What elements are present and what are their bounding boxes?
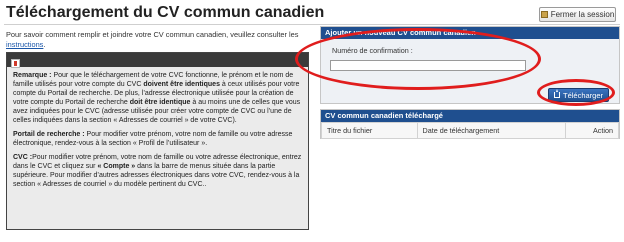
confirmation-number-label: Numéro de confirmation : [332, 46, 413, 55]
portal-label: Portail de recherche : [13, 131, 85, 138]
notice-portal: Portail de recherche : Pour modifier vot… [13, 130, 302, 148]
upload-icon [553, 89, 560, 98]
table-header-row: Titre du fichier Date de téléchargement … [321, 122, 619, 139]
upload-button[interactable]: Télécharger [548, 88, 609, 102]
column-upload-date[interactable]: Date de téléchargement [416, 122, 567, 139]
title-divider [4, 24, 620, 25]
notice-header [7, 53, 308, 68]
upload-panel: Ajouter un nouveau CV commun canadien Nu… [320, 26, 620, 104]
logout-button[interactable]: Fermer la session [539, 7, 616, 22]
uploaded-cv-panel: CV commun canadien téléchargé Titre du f… [320, 109, 620, 139]
notice-box: Remarque : Pour que le téléchargement de… [6, 52, 309, 230]
notice-remark: Remarque : Pour que le téléchargement de… [13, 71, 302, 125]
upload-panel-title: Ajouter un nouveau CV commun canadien [321, 27, 619, 39]
page-title: Téléchargement du CV commun canadien [6, 4, 325, 21]
remark-bold-b: doit être identique [129, 99, 191, 106]
remark-label: Remarque : [13, 72, 52, 79]
upload-button-label: Télécharger [562, 90, 604, 100]
intro-text: Pour savoir comment remplir et joindre v… [6, 30, 311, 49]
uploaded-panel-title: CV commun canadien téléchargé [321, 110, 619, 122]
logout-label: Fermer la session [550, 10, 615, 19]
instructions-link[interactable]: instructions [6, 40, 43, 49]
remark-bold-a: doivent être identiques [143, 81, 220, 88]
intro-sentence: Pour savoir comment remplir et joindre v… [6, 30, 299, 39]
intro-suffix: . [43, 39, 46, 49]
lock-icon [540, 11, 548, 18]
notice-cvc: CVC :Pour modifier votre prénom, votre n… [13, 153, 302, 189]
cvc-bold: « Compte » [97, 163, 136, 170]
uploaded-cv-table: Titre du fichier Date de téléchargement … [321, 122, 619, 139]
column-action: Action [565, 122, 619, 139]
confirmation-number-input[interactable] [330, 60, 526, 71]
notice-body: Remarque : Pour que le téléchargement de… [7, 67, 308, 198]
column-file-title[interactable]: Titre du fichier [321, 122, 418, 139]
cvc-label: CVC : [13, 154, 33, 161]
notice-icon [11, 59, 20, 68]
